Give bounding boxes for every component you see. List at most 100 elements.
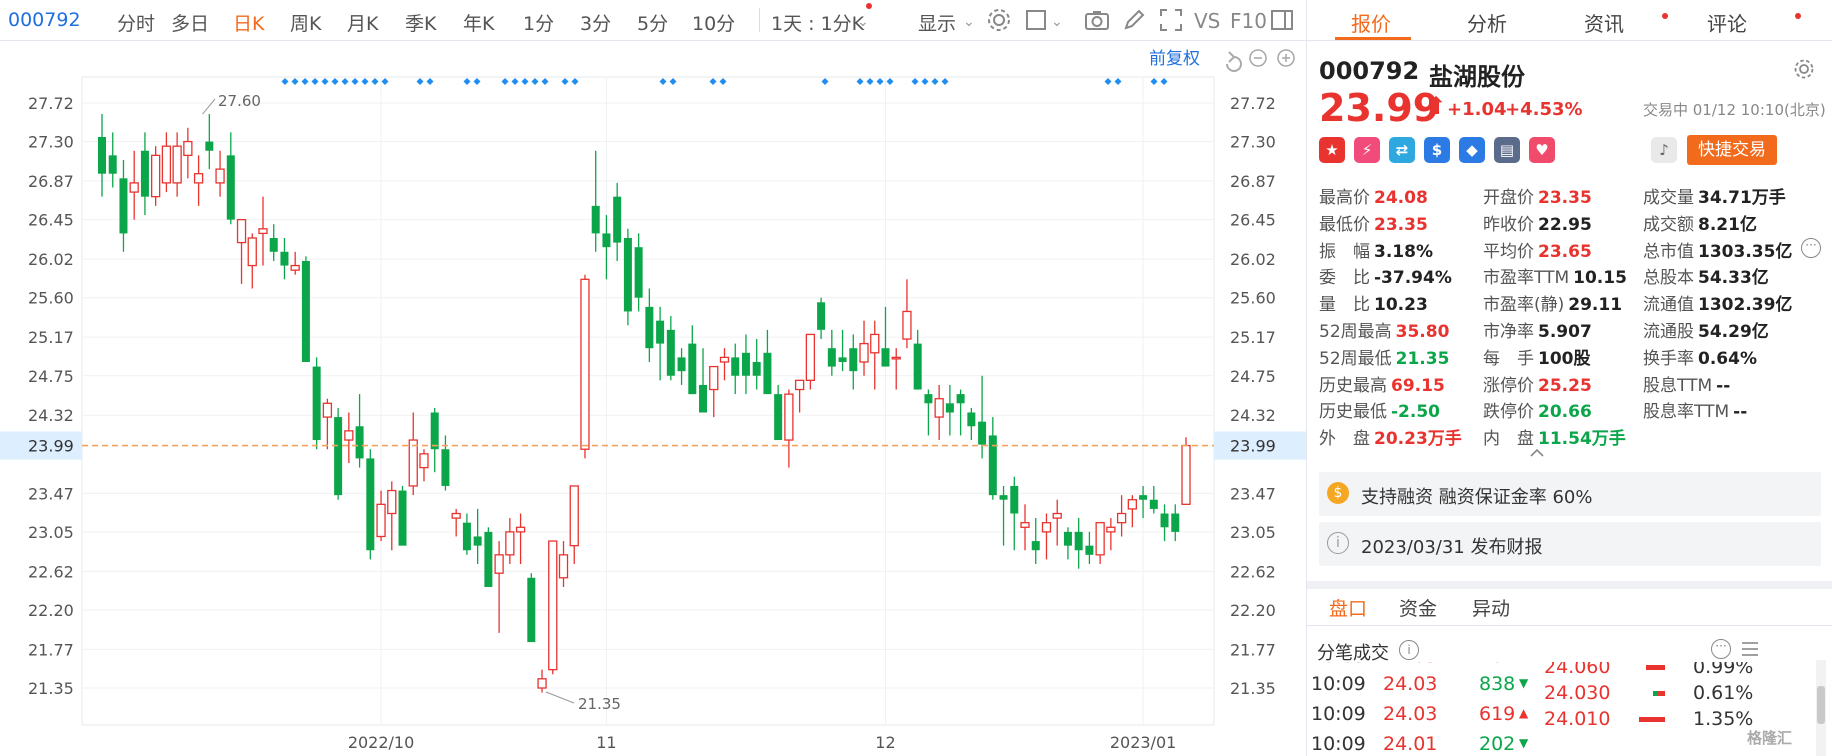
tab-news[interactable]: 资讯 xyxy=(1584,8,1624,37)
candle[interactable] xyxy=(484,527,493,587)
tab-comments[interactable]: 评论 xyxy=(1707,8,1747,37)
multi-period-dropdown[interactable]: 1天 : 1分K xyxy=(771,9,864,36)
chart-toolbar: 000792 分时 多日 日K 周K 月K 季K 年K 1分 3分 5分 10分… xyxy=(0,0,1306,41)
candle-body xyxy=(613,196,622,243)
tag-icon[interactable]: ◆ xyxy=(1459,137,1485,163)
shuffle-icon[interactable]: ⇄ xyxy=(1389,137,1415,163)
candle-body xyxy=(312,366,321,441)
tab-5min[interactable]: 5分 xyxy=(637,9,668,36)
tab-weekly-k[interactable]: 周K xyxy=(290,9,321,36)
fullscreen-icon[interactable] xyxy=(1157,6,1185,34)
tab-capital[interactable]: 资金 xyxy=(1399,594,1437,621)
tab-order-book[interactable]: 盘口 xyxy=(1329,594,1367,621)
camera-icon[interactable] xyxy=(1083,6,1111,34)
candle-body xyxy=(967,412,976,427)
f10-button[interactable]: F10 xyxy=(1230,9,1267,33)
more-icon[interactable]: ··· xyxy=(1801,238,1821,258)
dollar-icon[interactable]: $ xyxy=(1424,137,1450,163)
candle-body xyxy=(376,503,386,538)
list-icon[interactable] xyxy=(1739,638,1761,660)
candle-body xyxy=(344,430,354,441)
y-axis-label-left: 25.17 xyxy=(28,328,74,347)
china-flag-icon[interactable]: ★ xyxy=(1319,137,1345,163)
display-dropdown[interactable]: 显示 xyxy=(918,9,956,36)
candle[interactable] xyxy=(398,485,407,546)
tab-quarterly-k[interactable]: 季K xyxy=(405,9,436,36)
tab-anomaly[interactable]: 异动 xyxy=(1472,594,1510,621)
candle[interactable] xyxy=(334,407,343,500)
candle-body xyxy=(891,356,901,360)
chevron-down-icon[interactable]: ⌄ xyxy=(857,14,869,30)
chevron-down-icon[interactable]: ⌄ xyxy=(1051,14,1063,30)
info-icon[interactable]: i xyxy=(1399,640,1419,660)
compare-vs-button[interactable]: VS xyxy=(1194,9,1220,33)
settings-icon[interactable] xyxy=(1793,58,1815,80)
tab-monthly-k[interactable]: 月K xyxy=(347,9,378,36)
candle-body xyxy=(430,412,439,450)
candle-body xyxy=(269,238,278,252)
candle[interactable] xyxy=(623,228,632,326)
toolbar-divider xyxy=(759,8,760,32)
candle[interactable] xyxy=(312,357,321,450)
tab-divider xyxy=(1307,40,1832,41)
fast-trade-button[interactable]: 快捷交易 xyxy=(1687,135,1777,165)
candle-body xyxy=(451,512,461,519)
tab-10min[interactable]: 10分 xyxy=(692,9,735,36)
heart-icon[interactable]: ♥ xyxy=(1529,137,1555,163)
stat-item: 股息TTM -- xyxy=(1643,371,1730,396)
tab-analysis[interactable]: 分析 xyxy=(1467,8,1507,37)
candle-body xyxy=(623,238,632,312)
tab-intraday[interactable]: 分时 xyxy=(117,9,155,36)
stat-value: 24.08 xyxy=(1374,188,1428,208)
tab-yearly-k[interactable]: 年K xyxy=(463,9,494,36)
candle-body xyxy=(280,251,289,266)
tick-time: 10:09 xyxy=(1311,703,1366,725)
candlestick-chart[interactable]: 27.72 27.30 26.87 26.45 26.02 25.60 25.17 24.75… xyxy=(0,41,1306,756)
scrollbar[interactable] xyxy=(1816,660,1826,756)
chevron-down-icon[interactable]: ⌄ xyxy=(963,14,975,30)
candle-body xyxy=(988,435,997,496)
margin-info-box[interactable]: $ 支持融资 融资保证金率 60% xyxy=(1319,472,1821,516)
stat-key: 成交量 xyxy=(1643,188,1694,208)
panel-toggle-icon[interactable] xyxy=(1268,6,1296,34)
level-bar xyxy=(1646,665,1665,670)
margin-trading-icon[interactable]: ⚡ xyxy=(1354,137,1380,163)
pencil-icon[interactable] xyxy=(1120,6,1148,34)
stat-item: 市净率 5.907 xyxy=(1483,317,1592,342)
candle[interactable] xyxy=(366,449,375,560)
adjust-label[interactable]: 前复权 xyxy=(1149,49,1200,69)
stat-key: 最低价 xyxy=(1319,214,1370,235)
bell-icon[interactable]: ♪ xyxy=(1651,137,1677,163)
report-info-box[interactable]: i 2023/03/31 发布财报 xyxy=(1319,522,1821,566)
candle-body xyxy=(462,522,471,551)
tab-1min[interactable]: 1分 xyxy=(523,9,554,36)
more-icon[interactable]: ··· xyxy=(1711,639,1731,659)
candle[interactable] xyxy=(527,573,536,643)
candle[interactable] xyxy=(301,256,310,362)
stock-code-tab[interactable]: 000792 xyxy=(8,9,81,31)
settings-icon[interactable] xyxy=(985,6,1013,34)
tab-multiday[interactable]: 多日 xyxy=(171,9,209,36)
x-axis-label: 11 xyxy=(596,733,616,752)
stat-item: 52周最低 21.35 xyxy=(1319,344,1449,369)
candle-body xyxy=(569,485,579,547)
layout-square-icon[interactable] xyxy=(1022,6,1050,34)
quote-panel: 报价 分析 资讯 评论 000792 盐湖股份 23.99 ⬆ +1.04 +4… xyxy=(1306,0,1832,756)
y-axis-label-right: 27.30 xyxy=(1230,133,1276,152)
candle-body xyxy=(827,348,836,367)
candle[interactable] xyxy=(151,146,161,206)
scrollbar-thumb[interactable] xyxy=(1817,686,1825,724)
candle[interactable] xyxy=(548,540,558,675)
chevron-up-icon[interactable] xyxy=(1529,448,1545,458)
candle[interactable] xyxy=(580,274,590,459)
tab-3min[interactable]: 3分 xyxy=(580,9,611,36)
note-icon[interactable]: ▤ xyxy=(1494,137,1520,163)
candle[interactable] xyxy=(1181,437,1191,505)
candle-body xyxy=(794,379,805,391)
stat-value: 20.23万手 xyxy=(1374,429,1462,450)
candle-body xyxy=(924,394,933,404)
candle-body xyxy=(151,154,161,198)
tab-daily-k[interactable]: 日K xyxy=(233,9,264,36)
candle-body xyxy=(290,264,300,271)
tab-quote[interactable]: 报价 xyxy=(1351,8,1391,37)
